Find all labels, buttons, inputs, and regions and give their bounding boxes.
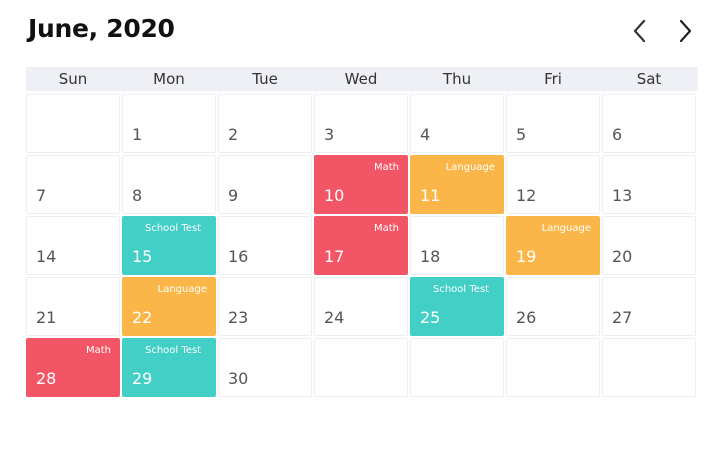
day-cell-4[interactable]: 4 [410,94,504,153]
empty-day-cell[interactable] [506,338,600,397]
weekday-mon: Mon [153,70,185,88]
event-label: Language [541,223,591,234]
event-label: Math [373,223,399,234]
event-label: School Test [145,223,202,234]
weekday-thu: Thu [442,70,472,88]
day-cell-24[interactable]: 24 [314,277,408,336]
day-number: 19 [516,247,537,266]
month-title: June, 2020 [28,14,175,43]
day-number: 20 [612,247,633,266]
day-cell-26[interactable]: 26 [506,277,600,336]
day-number: 28 [36,369,57,388]
weekday-tue: Tue [252,70,278,88]
empty-day-cell[interactable] [602,338,696,397]
day-cell-27[interactable]: 27 [602,277,696,336]
next-month-button[interactable] [671,16,699,46]
day-cell-7[interactable]: 7 [26,155,120,214]
event-label: School Test [433,284,490,295]
day-cell-12[interactable]: 12 [506,155,600,214]
day-number: 7 [36,186,47,205]
day-cell-22[interactable]: Language 22 [122,277,216,336]
weekday-wed: Wed [344,70,378,88]
event-label: School Test [145,345,202,356]
day-number: 16 [228,247,249,266]
day-number: 22 [132,308,153,327]
day-number: 24 [324,308,345,327]
day-number: 9 [228,186,239,205]
event-label: Math [373,162,399,173]
day-cell-30[interactable]: 30 [218,338,312,397]
day-number: 1 [132,125,143,144]
day-number: 26 [516,308,537,327]
day-number: 27 [612,308,633,327]
day-cell-16[interactable]: 16 [218,216,312,275]
chevron-right-icon [679,19,692,43]
weekday-header-row: Sun Mon Tue Wed Thu Fri Sat [26,67,698,91]
day-cell-25[interactable]: School Test 25 [410,277,504,336]
day-number: 29 [132,369,153,388]
day-number: 4 [420,125,431,144]
day-cell-15[interactable]: School Test 15 [122,216,216,275]
day-cell-9[interactable]: 9 [218,155,312,214]
day-cell-14[interactable]: 14 [26,216,120,275]
day-cell-13[interactable]: 13 [602,155,696,214]
day-cell-8[interactable]: 8 [122,155,216,214]
empty-day-cell[interactable] [410,338,504,397]
day-cell-6[interactable]: 6 [602,94,696,153]
weekday-sun: Sun [58,70,88,88]
day-cell-17[interactable]: Math 17 [314,216,408,275]
day-number: 17 [324,247,345,266]
day-number: 30 [228,369,249,388]
day-number: 5 [516,125,527,144]
day-number: 18 [420,247,441,266]
day-cell-11[interactable]: Language 11 [410,155,504,214]
day-number: 6 [612,125,623,144]
day-cell-23[interactable]: 23 [218,277,312,336]
day-cell-28[interactable]: Math 28 [26,338,120,397]
chevron-left-icon [633,19,646,43]
empty-day-cell[interactable] [26,94,120,153]
event-label: Language [157,284,207,295]
day-grid: 1 2 3 4 5 6 7 8 9 Math 10 Language 11 12 13 14 School Te… [26,94,698,397]
day-cell-5[interactable]: 5 [506,94,600,153]
empty-day-cell[interactable] [314,338,408,397]
day-number: 21 [36,308,57,327]
day-cell-3[interactable]: 3 [314,94,408,153]
day-number: 2 [228,125,239,144]
day-number: 8 [132,186,143,205]
prev-month-button[interactable] [626,16,654,46]
day-number: 3 [324,125,335,144]
day-cell-19[interactable]: Language 19 [506,216,600,275]
day-number: 12 [516,186,537,205]
day-number: 25 [420,308,441,327]
day-number: 15 [132,247,153,266]
day-cell-29[interactable]: School Test 29 [122,338,216,397]
event-label: Math [85,345,111,356]
calendar: Sun Mon Tue Wed Thu Fri Sat 1 2 3 4 5 6 7 8 9 Mat… [26,67,698,397]
event-label: Language [445,162,495,173]
day-cell-2[interactable]: 2 [218,94,312,153]
day-cell-18[interactable]: 18 [410,216,504,275]
day-cell-20[interactable]: 20 [602,216,696,275]
weekday-fri: Fri [544,70,562,88]
day-number: 13 [612,186,633,205]
day-cell-1[interactable]: 1 [122,94,216,153]
day-number: 11 [420,186,441,205]
day-number: 14 [36,247,57,266]
day-number: 10 [324,186,345,205]
day-cell-21[interactable]: 21 [26,277,120,336]
calendar-header: June, 2020 [28,8,700,52]
day-number: 23 [228,308,249,327]
day-cell-10[interactable]: Math 10 [314,155,408,214]
weekday-sat: Sat [636,70,662,88]
